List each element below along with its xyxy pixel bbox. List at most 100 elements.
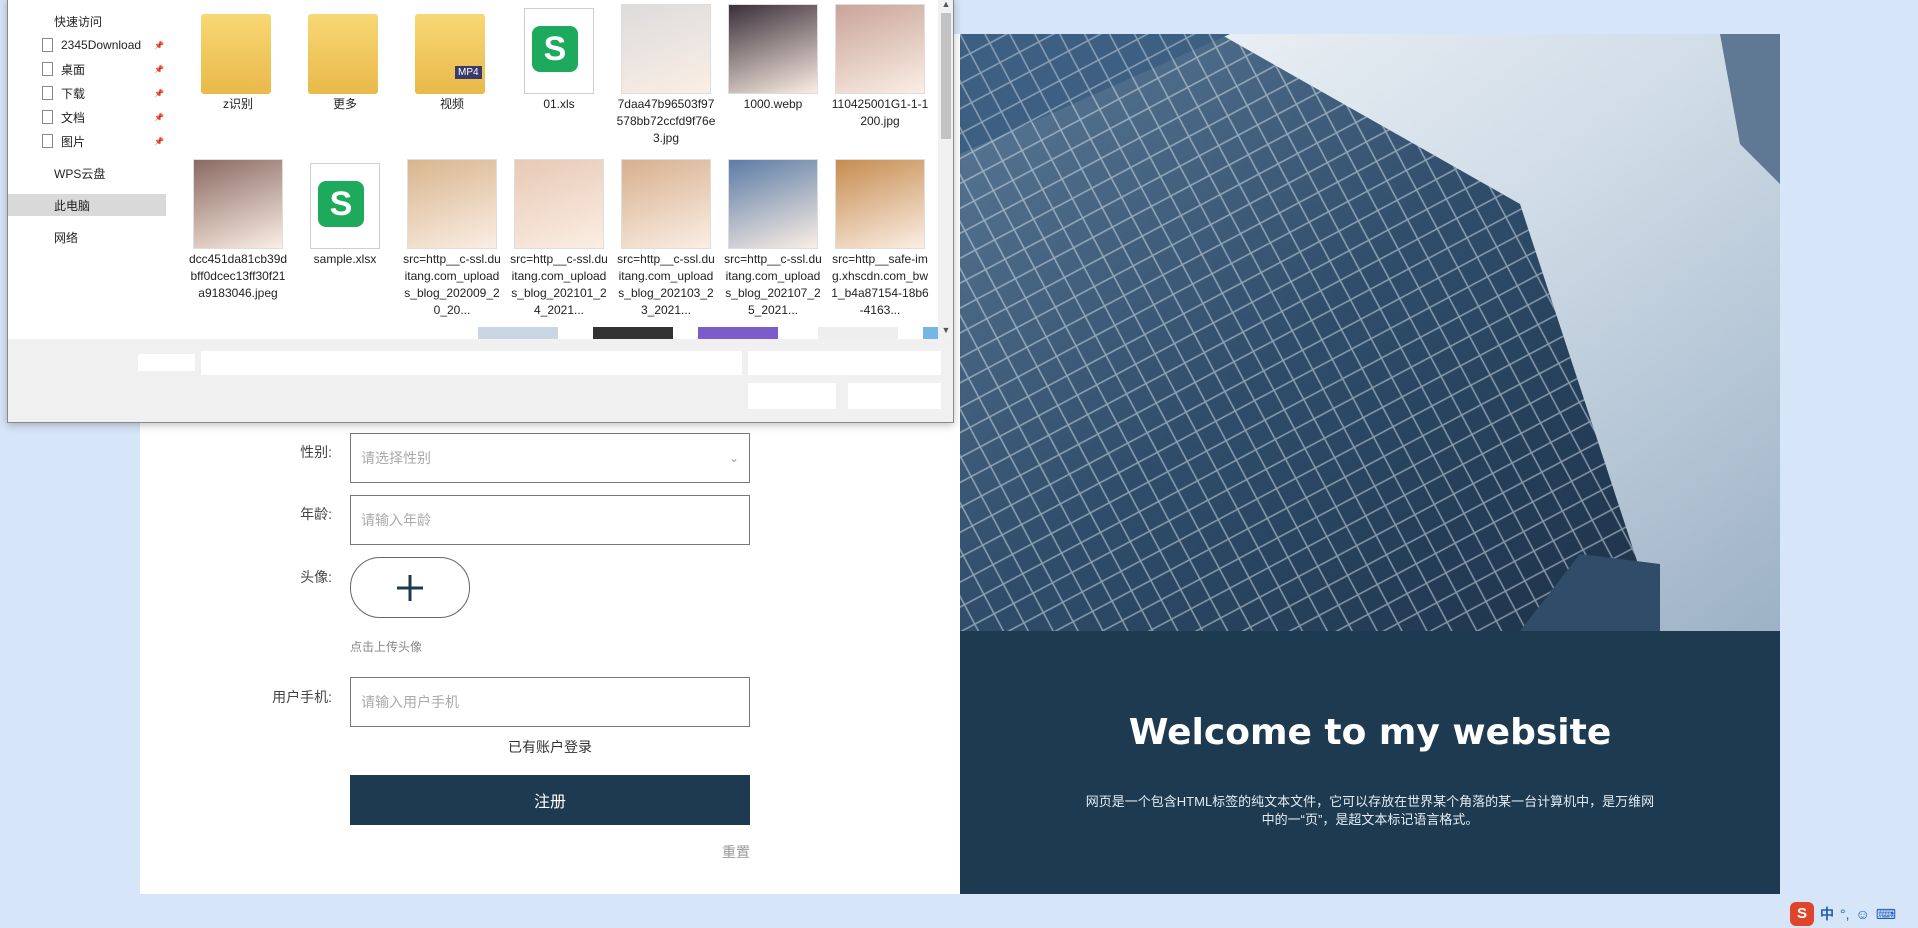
file-list: z识别 更多 MP4 视频 S 01.xls 7daa47b96503f97578bb72c… bbox=[178, 0, 938, 339]
file-item-partial[interactable] bbox=[818, 327, 898, 339]
chevron-down-icon: ⌄ bbox=[728, 451, 739, 465]
nav-item-label: 图片 bbox=[61, 134, 86, 149]
folder-icon bbox=[193, 4, 283, 94]
file-name: dcc451da81cb39dbff0dcec13ff30f21a9183046… bbox=[188, 252, 288, 300]
avatar-upload-button[interactable] bbox=[350, 557, 470, 618]
spreadsheet-icon: S bbox=[514, 4, 604, 94]
nav-item-label: 快速访问 bbox=[54, 14, 103, 29]
file-item[interactable]: 110425001G1-1-1200.jpg bbox=[830, 4, 930, 130]
file-item[interactable]: src=http__c-ssl.duitang.com_uploads_blog… bbox=[402, 159, 502, 319]
file-item[interactable]: 1000.webp bbox=[723, 4, 823, 113]
hero-title: Welcome to my website bbox=[1128, 712, 1612, 753]
nav-item-label: WPS云盘 bbox=[54, 166, 106, 181]
file-item[interactable]: src=http__safe-img.xhscdn.com_bw1_b4a871… bbox=[830, 159, 930, 319]
age-input[interactable]: 请输入年龄 bbox=[350, 495, 750, 545]
scroll-up-icon[interactable]: ▲ bbox=[941, 0, 951, 9]
scroll-down-icon[interactable]: ▼ bbox=[941, 325, 951, 335]
file-item-partial[interactable] bbox=[923, 327, 938, 339]
file-name: sample.xlsx bbox=[313, 252, 377, 266]
file-item[interactable]: src=http__c-ssl.duitang.com_uploads_blog… bbox=[509, 159, 609, 319]
pin-icon: 📌 bbox=[154, 112, 164, 122]
hero-building-image bbox=[960, 34, 1780, 631]
pin-icon: 📌 bbox=[154, 88, 164, 98]
image-thumbnail-icon bbox=[835, 4, 925, 94]
nav-item-label: 此电脑 bbox=[54, 198, 91, 213]
file-item[interactable]: dcc451da81cb39dbff0dcec13ff30f21a9183046… bbox=[188, 159, 288, 302]
file-type-select[interactable] bbox=[748, 351, 941, 375]
nav-item[interactable]: 网络 bbox=[8, 226, 166, 248]
file-item-partial[interactable] bbox=[478, 327, 558, 339]
age-placeholder: 请输入年龄 bbox=[361, 512, 431, 528]
file-name: src=http__safe-img.xhscdn.com_bw1_b4a871… bbox=[831, 252, 929, 317]
folder-icon bbox=[300, 4, 390, 94]
file-item-partial[interactable] bbox=[698, 327, 778, 339]
nav-item-label: 文档 bbox=[61, 110, 86, 125]
file-name: 视频 bbox=[439, 97, 464, 111]
nav-item[interactable]: 图片 📌 bbox=[8, 130, 166, 152]
file-name: 01.xls bbox=[543, 97, 575, 111]
image-thumbnail-icon bbox=[728, 159, 818, 249]
nav-item[interactable]: 2345Download 📌 bbox=[8, 34, 166, 56]
ime-mode-label[interactable]: 中 bbox=[1820, 904, 1834, 924]
file-name: 110425001G1-1-1200.jpg bbox=[831, 97, 929, 128]
file-name: src=http__c-ssl.duitang.com_uploads_blog… bbox=[403, 252, 501, 317]
file-icon bbox=[42, 38, 53, 52]
open-button[interactable] bbox=[748, 383, 836, 409]
phone-input[interactable]: 请输入用户手机 bbox=[350, 677, 750, 727]
register-button[interactable]: 注册 bbox=[350, 775, 750, 825]
file-item[interactable]: Ssample.xlsx bbox=[295, 159, 395, 268]
nav-item[interactable]: 下载 📌 bbox=[8, 82, 166, 104]
hero-description: 网页是一个包含HTML标签的纯文本文件，它可以存放在世界某个角落的某一台计算机中… bbox=[1085, 794, 1655, 827]
image-thumbnail-icon bbox=[621, 159, 711, 249]
file-item[interactable]: z识别 bbox=[188, 4, 288, 113]
nav-item[interactable]: 文档 📌 bbox=[8, 106, 166, 128]
file-item[interactable]: MP4 视频 bbox=[402, 4, 502, 113]
nav-item[interactable]: WPS云盘 bbox=[8, 162, 166, 184]
nav-item[interactable]: 此电脑 bbox=[8, 194, 166, 216]
building-illustration bbox=[960, 34, 1780, 631]
dialog-footer bbox=[8, 339, 953, 422]
file-item[interactable]: src=http__c-ssl.duitang.com_uploads_blog… bbox=[723, 159, 823, 319]
video-folder-icon: MP4 bbox=[407, 4, 497, 94]
file-name: src=http__c-ssl.duitang.com_uploads_blog… bbox=[724, 252, 822, 317]
image-thumbnail-icon bbox=[514, 159, 604, 249]
file-item[interactable]: 更多 bbox=[295, 4, 395, 113]
cancel-button[interactable] bbox=[848, 383, 941, 409]
filename-label-area bbox=[138, 354, 195, 371]
pin-icon: 📌 bbox=[154, 136, 164, 146]
system-tray: S 中 °, ☺ ⌨ bbox=[1790, 902, 1896, 926]
phone-label: 用户手机: bbox=[272, 689, 332, 705]
emoji-icon[interactable]: ☺ bbox=[1856, 906, 1870, 922]
avatar-upload-hint: 点击上传头像 bbox=[350, 640, 423, 654]
nav-item[interactable]: 快速访问 bbox=[8, 10, 166, 32]
file-name: 更多 bbox=[332, 97, 357, 111]
sogou-ime-icon[interactable]: S bbox=[1790, 902, 1814, 926]
login-link[interactable]: 已有账户登录 bbox=[350, 737, 750, 757]
scrollbar-thumb[interactable] bbox=[941, 13, 951, 139]
file-item[interactable]: S 01.xls bbox=[509, 4, 609, 113]
phone-placeholder: 请输入用户手机 bbox=[361, 694, 459, 710]
gender-select[interactable]: 请选择性别 ⌄ bbox=[350, 433, 750, 483]
keyboard-icon[interactable]: ⌨ bbox=[1876, 906, 1896, 923]
age-label: 年龄: bbox=[300, 506, 332, 522]
file-item[interactable]: src=http__c-ssl.duitang.com_uploads_blog… bbox=[616, 159, 716, 319]
punctuation-icon[interactable]: °, bbox=[1840, 906, 1850, 922]
file-item[interactable]: 7daa47b96503f97578bb72ccfd9f76e3.jpg bbox=[616, 4, 716, 147]
filename-input[interactable] bbox=[201, 351, 742, 375]
nav-item[interactable]: 桌面 📌 bbox=[8, 58, 166, 80]
gender-placeholder: 请选择性别 bbox=[361, 450, 431, 466]
spreadsheet-icon: S bbox=[300, 159, 390, 249]
file-name: src=http__c-ssl.duitang.com_uploads_blog… bbox=[510, 252, 608, 317]
file-name: src=http__c-ssl.duitang.com_uploads_blog… bbox=[617, 252, 715, 317]
nav-item-label: 下载 bbox=[61, 86, 86, 101]
file-list-scrollbar[interactable]: ▲ ▼ bbox=[938, 0, 953, 339]
plus-icon bbox=[397, 574, 423, 601]
reset-link[interactable]: 重置 bbox=[700, 842, 750, 862]
nav-item-label: 2345Download bbox=[61, 38, 142, 52]
file-item-partial[interactable] bbox=[593, 327, 673, 339]
avatar-label: 头像: bbox=[300, 569, 332, 585]
file-name: 1000.webp bbox=[743, 97, 803, 111]
dialog-nav-pane: 快速访问 2345Download 📌 桌面 📌 下载 📌 文档 📌 图片 📌 WPS云盘此电脑网络 bbox=[8, 0, 166, 339]
image-thumbnail-icon bbox=[621, 4, 711, 94]
pin-icon: 📌 bbox=[154, 40, 164, 50]
